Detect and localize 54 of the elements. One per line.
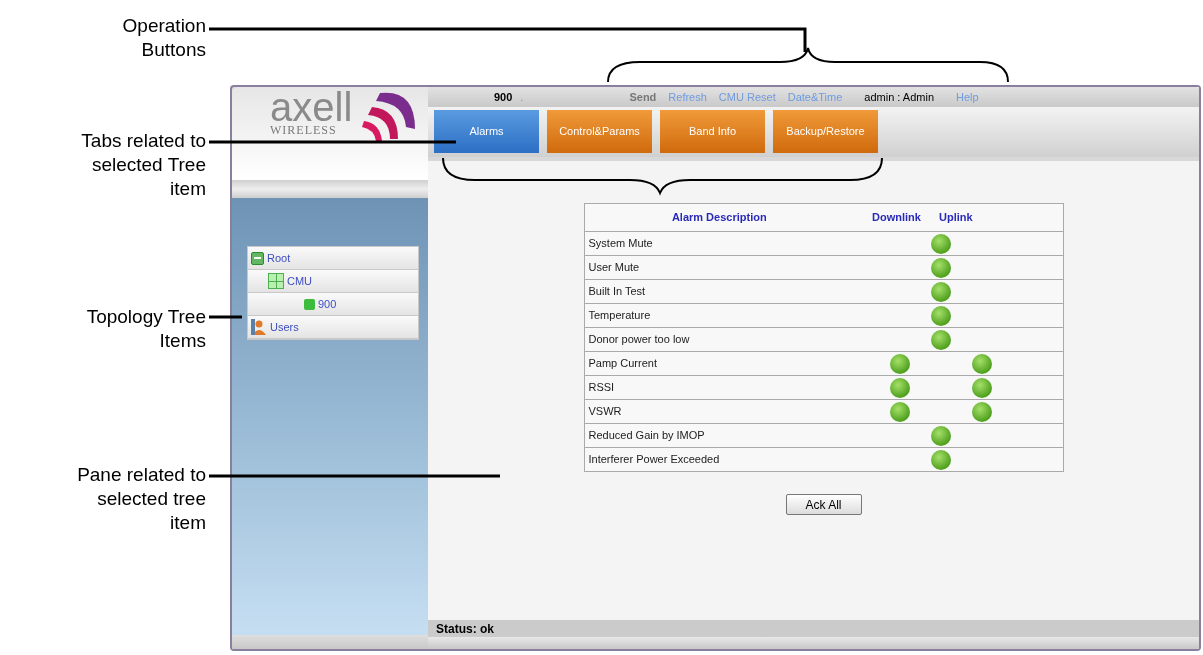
- table-cell: Reduced Gain by IMOP: [584, 423, 854, 448]
- status-led-icon: [931, 305, 951, 326]
- status-led-icon: [890, 401, 910, 422]
- toolbar-link[interactable]: Help: [956, 88, 979, 106]
- table-cell: Donor power too low: [584, 327, 854, 352]
- tree-item[interactable]: CMU: [248, 270, 418, 293]
- table-cell: Interferer Power Exceeded: [584, 447, 854, 472]
- status-led-icon: [890, 353, 910, 374]
- toolbar-link[interactable]: Send: [629, 88, 657, 106]
- status-led-icon: [931, 233, 951, 254]
- status-bar: Status: ok: [428, 620, 1199, 637]
- tab[interactable]: Control&Params: [547, 110, 652, 153]
- tab[interactable]: Backup/Restore: [773, 110, 878, 153]
- toolbar-link[interactable]: Date&Time: [787, 88, 843, 106]
- toolbar-link[interactable]: Refresh: [668, 88, 707, 106]
- status-led-icon: [931, 329, 951, 350]
- column-header: Uplink: [939, 203, 1063, 232]
- table-cell: Pamp Current: [584, 351, 854, 376]
- callout-label: Topology Tree Items: [85, 305, 206, 353]
- callout-label: Tabs related to selected Tree item: [80, 129, 206, 201]
- callout-label: Pane related to selected tree item: [76, 463, 206, 535]
- status-led-icon: [890, 377, 910, 398]
- tree-item[interactable]: Root: [248, 247, 418, 270]
- folder-minus-icon: [251, 251, 264, 265]
- tree-item[interactable]: 900: [248, 293, 418, 316]
- status-led-icon: [972, 353, 992, 374]
- status-led-icon: [931, 449, 951, 470]
- device-name: 900: [494, 89, 513, 105]
- status-led-icon: [931, 425, 951, 446]
- table-cell: Temperature: [584, 303, 854, 328]
- square-icon: [304, 298, 315, 310]
- status-led-icon: [972, 377, 992, 398]
- ack-all-button[interactable]: Ack All: [785, 494, 862, 515]
- tab[interactable]: Alarms: [434, 110, 539, 153]
- user-label: admin : Admin: [864, 89, 934, 105]
- grid-icon: [268, 273, 284, 289]
- table-cell: Built In Test: [584, 279, 854, 304]
- logo-tagline: WIRELESS: [270, 124, 337, 137]
- separator-dot: .: [520, 89, 524, 105]
- user-icon: [251, 319, 267, 335]
- table-cell: VSWR: [584, 399, 854, 424]
- status-led-icon: [931, 281, 951, 302]
- table-cell: RSSI: [584, 375, 854, 400]
- logo-wordmark: axell: [270, 91, 353, 124]
- toolbar-link[interactable]: CMU Reset: [718, 88, 776, 106]
- callout-label: Operation Buttons: [121, 14, 206, 62]
- tab[interactable]: Band Info: [660, 110, 765, 153]
- column-header: Downlink: [854, 203, 939, 232]
- tree-item[interactable]: Users: [248, 316, 418, 339]
- status-led-icon: [972, 401, 992, 422]
- table-cell: System Mute: [584, 231, 854, 256]
- status-led-icon: [931, 257, 951, 278]
- table-cell: User Mute: [584, 255, 854, 280]
- column-header: Alarm Description: [584, 203, 854, 232]
